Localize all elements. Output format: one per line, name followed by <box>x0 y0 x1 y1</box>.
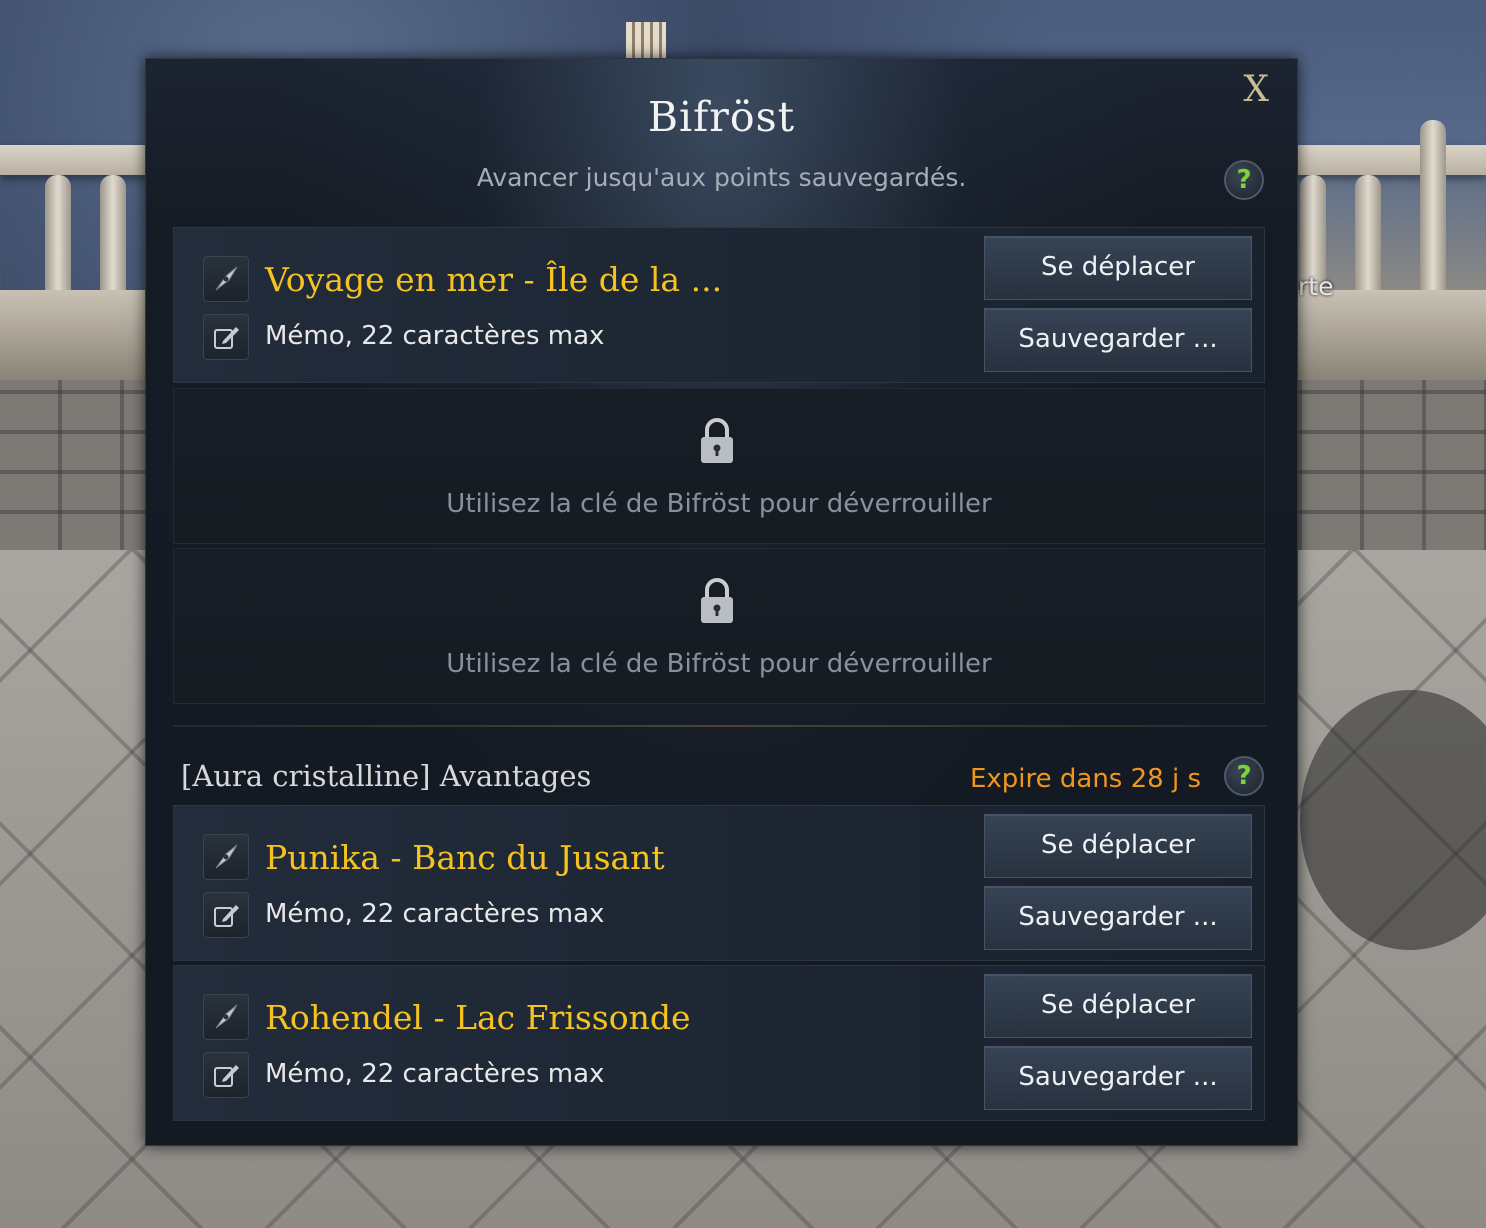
memo-field[interactable]: Mémo, 22 caractères max <box>265 321 604 351</box>
locked-slot: Utilisez la clé de Bifröst pour déverrou… <box>173 388 1265 544</box>
save-button[interactable]: Sauvegarder ... <box>984 1046 1252 1110</box>
padlock-icon <box>697 417 737 469</box>
section-divider <box>173 725 1267 727</box>
move-button[interactable]: Se déplacer <box>984 236 1252 300</box>
baluster <box>1355 175 1381 295</box>
locked-slot-text: Utilisez la clé de Bifröst pour déverrou… <box>446 649 992 679</box>
saved-location-slot: Voyage en mer - Île de la ... Mémo, 22 c… <box>173 227 1265 383</box>
move-button[interactable]: Se déplacer <box>984 974 1252 1038</box>
help-icon[interactable]: ? <box>1224 756 1264 796</box>
edit-memo-icon[interactable] <box>203 1052 249 1098</box>
edit-memo-icon[interactable] <box>203 314 249 360</box>
save-button[interactable]: Sauvegarder ... <box>984 886 1252 950</box>
background-partial-label: rte <box>1298 272 1334 301</box>
saved-location-slot: Rohendel - Lac Frissonde Mémo, 22 caract… <box>173 965 1265 1121</box>
locked-slot-text: Utilisez la clé de Bifröst pour déverrou… <box>446 489 992 519</box>
dialog-title: Bifröst <box>647 93 796 141</box>
memo-field[interactable]: Mémo, 22 caractères max <box>265 1059 604 1089</box>
bifrost-dialog: Bifröst Avancer jusqu'aux points sauvega… <box>145 58 1298 1146</box>
save-button[interactable]: Sauvegarder ... <box>984 308 1252 372</box>
compass-icon <box>203 256 249 302</box>
saved-location-slot: Punika - Banc du Jusant Mémo, 22 caractè… <box>173 805 1265 961</box>
close-button[interactable]: X <box>1243 69 1269 110</box>
baluster <box>45 175 71 295</box>
edit-memo-icon[interactable] <box>203 892 249 938</box>
help-icon[interactable]: ? <box>1224 160 1264 200</box>
location-name: Voyage en mer - Île de la ... <box>265 260 723 299</box>
location-name: Rohendel - Lac Frissonde <box>265 998 691 1037</box>
expire-countdown: Expire dans 28 j s <box>969 764 1201 794</box>
dialog-subtitle: Avancer jusqu'aux points sauvegardés. <box>476 163 967 192</box>
location-name: Punika - Banc du Jusant <box>265 838 665 877</box>
baluster <box>1420 120 1446 295</box>
aura-section-title: [Aura cristalline] Avantages <box>181 759 592 793</box>
compass-icon <box>203 834 249 880</box>
baluster <box>100 175 126 295</box>
ship-mast <box>626 22 666 62</box>
locked-slot: Utilisez la clé de Bifröst pour déverrou… <box>173 548 1265 704</box>
padlock-icon <box>697 577 737 629</box>
memo-field[interactable]: Mémo, 22 caractères max <box>265 899 604 929</box>
compass-icon <box>203 994 249 1040</box>
move-button[interactable]: Se déplacer <box>984 814 1252 878</box>
